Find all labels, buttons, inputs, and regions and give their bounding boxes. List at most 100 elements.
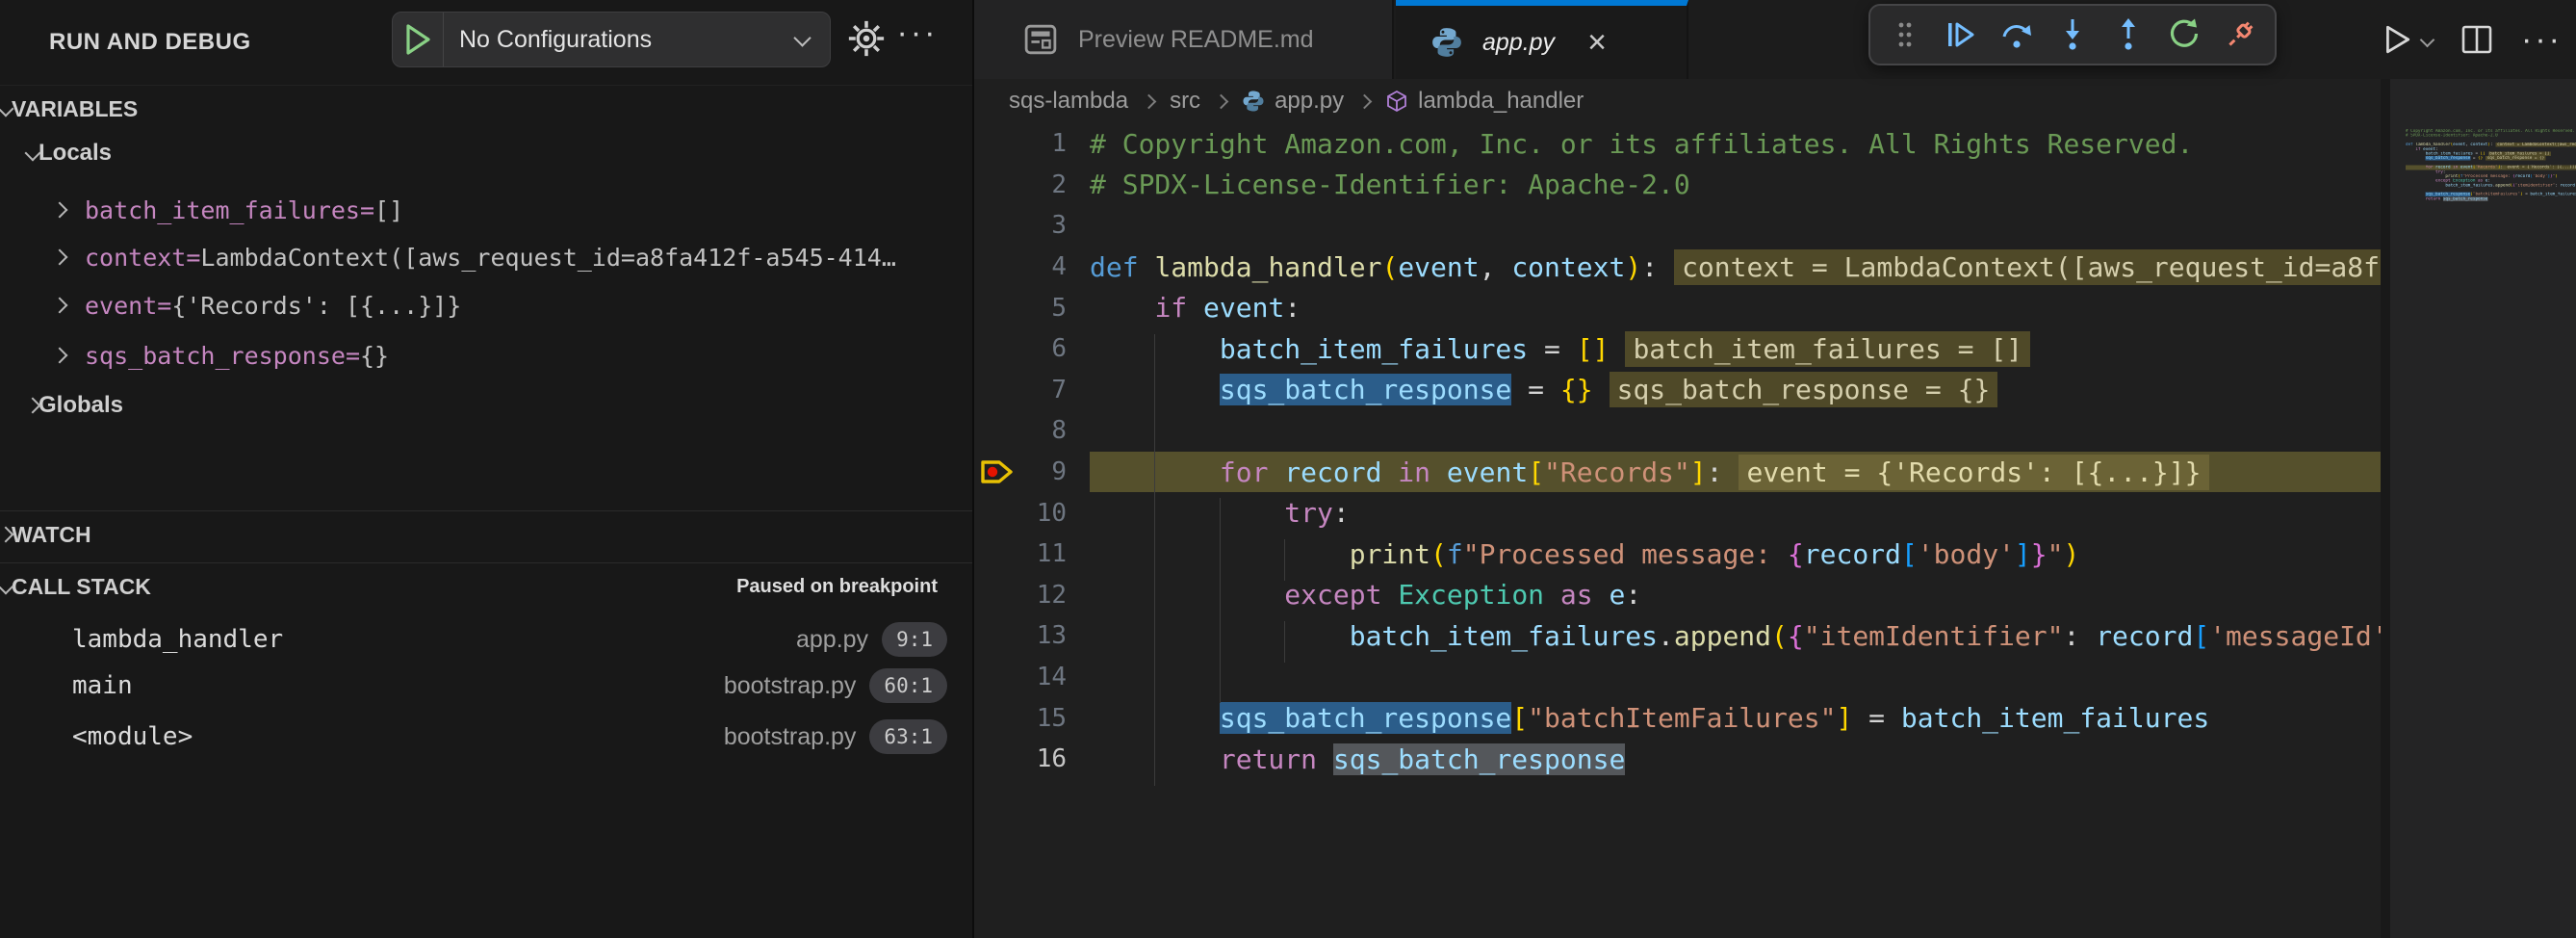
step-into-icon[interactable] <box>2048 10 2098 60</box>
variable-row[interactable]: event = {'Records': [{...}]} <box>54 286 1007 325</box>
breakpoint-margin[interactable] <box>974 123 1020 165</box>
gear-icon[interactable] <box>845 17 888 60</box>
code-token: : <box>2490 143 2493 147</box>
tab-app-py[interactable]: app.py × <box>1396 0 1688 79</box>
current-breakpoint-arrow-icon[interactable] <box>974 452 1020 493</box>
call-stack-section-header[interactable]: CALL STACK Paused on breakpoint <box>0 568 972 605</box>
breakpoint-margin[interactable] <box>974 247 1020 288</box>
code-token: { <box>1788 538 1804 570</box>
breakpoint-margin[interactable] <box>974 328 1020 370</box>
breakpoint-margin[interactable] <box>974 739 1020 780</box>
code-line[interactable]: 2# SPDX-License-Identifier: Apache-2.0 <box>974 165 2381 206</box>
code-line[interactable]: 13 batch_item_failures.append({"itemIden… <box>974 615 2381 657</box>
code-token: as <box>1544 579 1609 611</box>
frame-name: lambda_handler <box>72 625 283 654</box>
frame-position-badge: 63:1 <box>869 719 947 754</box>
code-line[interactable]: 4def lambda_handler(event, context):cont… <box>974 247 2381 288</box>
code-line[interactable]: 14 <box>974 657 2381 698</box>
locals-tree-item[interactable]: Locals <box>27 135 999 171</box>
close-icon[interactable]: × <box>1587 26 1607 59</box>
code-token: = <box>2523 193 2531 197</box>
line-number: 1 <box>1020 129 1090 158</box>
step-out-icon[interactable] <box>2103 10 2153 60</box>
breakpoint-margin[interactable] <box>974 697 1020 739</box>
code-line[interactable]: 9 for record in event["Records"]:event =… <box>974 452 2381 493</box>
disconnect-icon[interactable] <box>2215 10 2265 60</box>
code-token: record <box>1284 456 1381 488</box>
frame-position-badge: 9:1 <box>882 622 947 657</box>
code-line[interactable]: 15 sqs_batch_response["batchItemFailures… <box>974 697 2381 739</box>
code-token: context <box>2470 143 2487 147</box>
variable-row[interactable]: batch_item_failures = [] <box>54 191 1007 229</box>
tab-preview-readme[interactable]: Preview README.md <box>974 0 1394 79</box>
code-token: [ <box>1511 702 1528 734</box>
code-line[interactable]: 7 sqs_batch_response = {}sqs_batch_respo… <box>974 370 2381 411</box>
breakpoint-margin[interactable] <box>974 410 1020 452</box>
code-line[interactable]: 5 if event: <box>974 287 2381 328</box>
start-debug-icon[interactable] <box>393 13 444 66</box>
sidebar-more-actions[interactable]: ··· <box>893 12 941 60</box>
code-line[interactable]: 12 except Exception as e: <box>974 575 2381 616</box>
chevron-right-icon <box>1142 93 1157 109</box>
breakpoint-margin[interactable] <box>974 370 1020 411</box>
watch-section-header[interactable]: WATCH <box>0 516 972 553</box>
code-token: record <box>1804 538 1901 570</box>
variable-row[interactable]: context = LambdaContext([aws_request_id=… <box>54 238 1007 276</box>
breadcrumb-item[interactable]: app.py <box>1275 88 1344 115</box>
breadcrumb-item[interactable]: src <box>1170 88 1200 115</box>
continue-icon[interactable] <box>1936 10 1986 60</box>
breakpoint-margin[interactable] <box>974 287 1020 328</box>
code-editor[interactable]: 1# Copyright Amazon.com, Inc. or its aff… <box>974 123 2381 938</box>
more-actions-icon[interactable]: ··· <box>2521 21 2563 59</box>
code-line[interactable]: 6 batch_item_failures = []batch_item_fai… <box>974 328 2381 370</box>
code-line[interactable]: 11 print(f"Processed message: {record['b… <box>974 534 2381 575</box>
breakpoint-margin[interactable] <box>974 205 1020 247</box>
breakpoint-margin[interactable] <box>974 165 1020 206</box>
stack-frame[interactable]: lambda_handlerapp.py9:1 <box>0 616 972 663</box>
code-line[interactable]: 16 return sqs_batch_response <box>974 739 2381 780</box>
equals-sign: = <box>186 244 200 272</box>
breakpoint-margin[interactable] <box>974 492 1020 534</box>
tab-label: app.py <box>1482 29 1555 57</box>
code-token: except <box>1284 579 1398 611</box>
breakpoint-margin[interactable] <box>974 657 1020 698</box>
run-button[interactable] <box>2382 24 2433 55</box>
sidebar-toolbar: RUN AND DEBUG No Configurations <box>0 0 972 86</box>
step-over-icon[interactable] <box>1992 10 2042 60</box>
minimap[interactable]: # Copyright Amazon.com, Inc. or its affi… <box>2381 79 2576 938</box>
code-line[interactable]: 3 <box>974 205 2381 247</box>
breadcrumb-item[interactable]: lambda_handler <box>1418 88 1584 115</box>
code-token: ) <box>2555 174 2558 179</box>
code-token: ) <box>2064 538 2080 570</box>
globals-tree-item[interactable]: Globals <box>27 387 999 424</box>
code-token: "Records" <box>2475 166 2497 170</box>
code-token: } <box>2031 538 2048 570</box>
stack-frame[interactable]: mainbootstrap.py60:1 <box>0 663 972 709</box>
code-line[interactable]: 10 try: <box>974 492 2381 534</box>
code-token: return <box>2426 196 2443 201</box>
line-number: 12 <box>1020 581 1090 610</box>
restart-icon[interactable] <box>2159 10 2209 60</box>
code-line[interactable]: 1# Copyright Amazon.com, Inc. or its aff… <box>974 123 2381 165</box>
variable-row[interactable]: sqs_batch_response = {} <box>54 336 1007 375</box>
chevron-right-icon <box>1357 93 1373 109</box>
breakpoint-margin[interactable] <box>974 575 1020 616</box>
code-line[interactable]: 8 <box>974 410 2381 452</box>
split-editor-icon[interactable] <box>2461 25 2492 54</box>
variables-section-header[interactable]: VARIABLES <box>0 91 972 127</box>
breadcrumb-item[interactable]: sqs-lambda <box>1009 88 1128 115</box>
drag-grip-icon[interactable] <box>1880 10 1930 60</box>
breakpoint-margin[interactable] <box>974 534 1020 575</box>
call-stack-header-label: CALL STACK <box>12 574 151 600</box>
watch-header-label: WATCH <box>12 522 91 548</box>
stack-frame[interactable]: <module>bootstrap.py63:1 <box>0 714 972 760</box>
code-token: ] <box>1836 702 1852 734</box>
minimap-line: batch_item_failures.append({"itemIdentif… <box>2406 183 2576 188</box>
code-line-content <box>1090 410 2381 452</box>
breakpoint-margin[interactable] <box>974 615 1020 657</box>
code-token: lambda_handler <box>1154 251 1381 283</box>
code-token: : <box>1284 292 1301 324</box>
debug-config-dropdown[interactable]: No Configurations <box>392 12 831 67</box>
code-line-content: def lambda_handler(event, context):conte… <box>1090 247 2381 288</box>
frame-file: bootstrap.py <box>724 723 857 751</box>
